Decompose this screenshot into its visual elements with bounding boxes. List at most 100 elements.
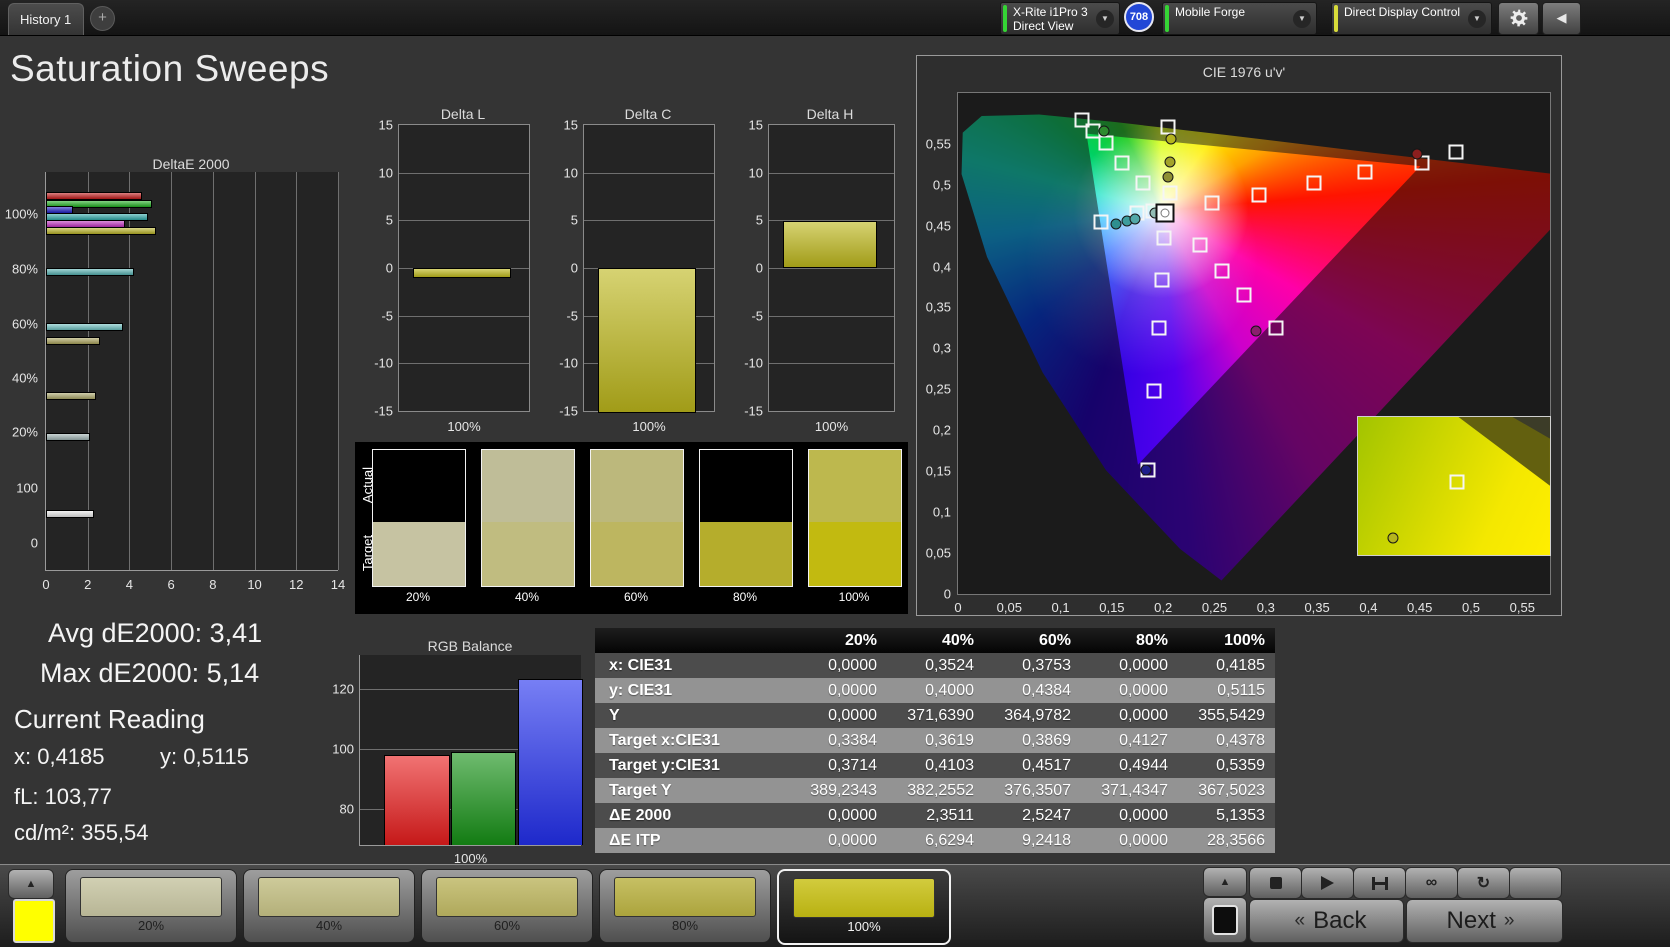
x-tick-label: 0,4	[1359, 600, 1377, 615]
x-tick-label: 0,55	[1510, 600, 1535, 615]
expand-transport-button[interactable]: ▲	[1203, 867, 1247, 897]
gridline	[338, 172, 339, 570]
table-cell: 0,4378	[1178, 728, 1275, 753]
y-tick-label: 15	[564, 118, 578, 133]
table-cell: 0,0000	[790, 828, 887, 853]
y-tick-label: 0,05	[926, 546, 951, 561]
pattern-swatch-button-80%[interactable]: 80%	[599, 869, 771, 943]
y-tick-label: 5	[571, 213, 578, 228]
x-tick-label: 0,05	[997, 600, 1022, 615]
gridline	[213, 172, 214, 570]
bar-cyan-80	[46, 268, 134, 276]
settings-button[interactable]	[1498, 2, 1539, 35]
pattern-swatch-button-40%[interactable]: 40%	[243, 869, 415, 943]
pattern-swatch-button-60%[interactable]: 60%	[421, 869, 593, 943]
loop-button[interactable]: ↻	[1457, 867, 1510, 899]
table-cell: 0,0000	[790, 653, 887, 678]
play-button[interactable]	[1301, 867, 1354, 899]
table-cell: 0,3619	[887, 728, 984, 753]
delta-l-plot: 151050-5-10-15100%	[398, 124, 530, 412]
collapse-panel-button[interactable]: ◀	[1542, 2, 1581, 35]
pattern-swatch-color	[258, 877, 400, 917]
stop-button[interactable]	[1249, 867, 1302, 899]
bar-yellow-100	[46, 227, 156, 235]
source-dropdown[interactable]: Mobile Forge ▼	[1162, 2, 1317, 35]
measurement-table: 20%40%60%80%100%x: CIE310,00000,35240,37…	[595, 628, 1275, 853]
chevron-left-icon: ◀	[1557, 10, 1567, 25]
measured-marker	[1098, 125, 1109, 136]
measured-marker	[1140, 464, 1151, 475]
pattern-window-button[interactable]	[1203, 897, 1247, 943]
current-reading-dot	[1161, 208, 1170, 217]
gridline	[399, 220, 529, 221]
next-button[interactable]: Next »	[1406, 899, 1563, 943]
table-row-label: y: CIE31	[595, 678, 790, 703]
table-cell: 0,3869	[984, 728, 1081, 753]
add-tab-button[interactable]: +	[90, 6, 115, 31]
table-row: Target Y389,2343382,2552376,3507371,4347…	[595, 778, 1275, 803]
x-axis-label: 100%	[447, 419, 480, 434]
y-tick-label: 10	[564, 165, 578, 180]
y-tick-label: 0,2	[933, 423, 951, 438]
cie-chart-title: CIE 1976 u'v'	[1203, 64, 1285, 80]
target-marker	[1269, 320, 1284, 335]
meter-status-indicator	[1003, 5, 1007, 32]
y-tick-label: 10	[749, 165, 763, 180]
actual-swatch	[373, 450, 465, 522]
table-cell: 355,5429	[1178, 703, 1275, 728]
actual-swatch	[700, 450, 792, 522]
chevron-down-icon[interactable]: ▼	[1293, 10, 1311, 28]
table-row-label: ΔE ITP	[595, 828, 790, 853]
cie-diagram-panel: CIE 1976 u'v' 00,050,10,150,20,250,30,35…	[916, 55, 1562, 616]
y-tick-label: -10	[374, 356, 393, 371]
display-control-dropdown[interactable]: Direct Display Control ▼	[1331, 2, 1492, 35]
chevron-down-icon[interactable]: ▼	[1096, 10, 1114, 28]
none-button[interactable]	[1509, 867, 1562, 899]
table-cell: 389,2343	[790, 778, 887, 803]
table-cell: 0,4000	[887, 678, 984, 703]
y-tick-label: 100	[332, 741, 354, 756]
table-header-cell	[595, 628, 790, 653]
delta-h-chart-title: Delta H	[807, 106, 854, 122]
target-marker	[1098, 135, 1113, 150]
table-cell: 376,3507	[984, 778, 1081, 803]
y-tick-label: 0,55	[926, 136, 951, 151]
expand-pattern-list-button[interactable]: ▲	[8, 869, 54, 899]
pattern-swatch-color	[793, 878, 935, 918]
range-button[interactable]	[1353, 867, 1406, 899]
current-reading-heading: Current Reading	[14, 704, 205, 735]
table-cell: 28,3566	[1178, 828, 1275, 853]
y-tick-label: 0,4	[933, 259, 951, 274]
compare-swatch-label: 40%	[481, 590, 573, 604]
table-row: Target x:CIE310,33840,36190,38690,41270,…	[595, 728, 1275, 753]
table-row-label: Y	[595, 703, 790, 728]
table-cell: 371,6390	[887, 703, 984, 728]
table-row: ΔE 20000,00002,35112,52470,00005,1353	[595, 803, 1275, 828]
bar-cyan-60	[46, 323, 123, 331]
y-tick-label: 20%	[12, 424, 38, 439]
infinite-button[interactable]: ∞	[1405, 867, 1458, 899]
gridline	[399, 316, 529, 317]
y-tick-label: 0,45	[926, 218, 951, 233]
tab-history-1[interactable]: History 1	[8, 3, 84, 35]
infinity-icon: ∞	[1426, 874, 1437, 892]
meter-dropdown[interactable]: X-Rite i1Pro 3 Direct View ▼	[1000, 2, 1120, 35]
table-cell: 0,4944	[1081, 753, 1178, 778]
table-cell: 0,5115	[1178, 678, 1275, 703]
measured-marker	[1411, 149, 1422, 160]
compare-swatch	[699, 449, 793, 587]
pattern-swatch-button-20%[interactable]: 20%	[65, 869, 237, 943]
x-tick-label: 0,1	[1052, 600, 1070, 615]
compare-swatch-label: 60%	[590, 590, 682, 604]
table-cell: 0,3384	[790, 728, 887, 753]
table-row: Target y:CIE310,37140,41030,45170,49440,…	[595, 753, 1275, 778]
bar-blue	[518, 679, 583, 845]
back-button[interactable]: « Back	[1249, 899, 1404, 943]
stop-icon	[1270, 877, 1282, 889]
chevron-down-icon[interactable]: ▼	[1468, 10, 1486, 28]
x-tick-label: 10	[247, 577, 261, 592]
loop-icon: ↻	[1477, 873, 1490, 893]
target-marker	[1237, 288, 1252, 303]
pattern-preview	[13, 899, 55, 943]
pattern-swatch-button-100%[interactable]: 100%	[777, 869, 951, 945]
